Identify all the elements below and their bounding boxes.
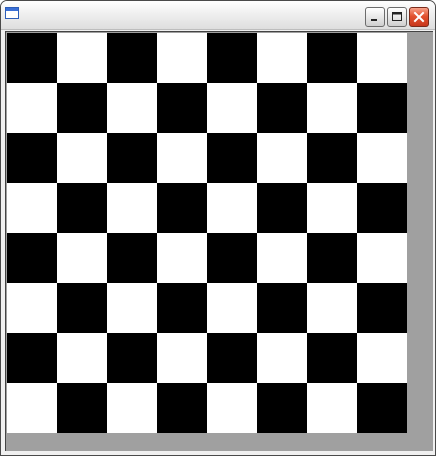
board-square[interactable] (7, 33, 57, 83)
board-square[interactable] (257, 383, 307, 433)
app-window (0, 0, 436, 456)
board-square[interactable] (7, 333, 57, 383)
maximize-button[interactable] (387, 7, 407, 27)
board-square[interactable] (207, 33, 257, 83)
board-square[interactable] (307, 183, 357, 233)
board-square[interactable] (357, 183, 407, 233)
board-square[interactable] (107, 83, 157, 133)
board-square[interactable] (107, 333, 157, 383)
board-square[interactable] (207, 283, 257, 333)
board-square[interactable] (7, 83, 57, 133)
board-square[interactable] (207, 183, 257, 233)
board-square[interactable] (57, 333, 107, 383)
board-square[interactable] (57, 233, 107, 283)
board-square[interactable] (7, 233, 57, 283)
board-square[interactable] (107, 233, 157, 283)
board-square[interactable] (207, 83, 257, 133)
board-square[interactable] (157, 133, 207, 183)
window-icon[interactable] (5, 7, 19, 19)
board-square[interactable] (107, 283, 157, 333)
board-square[interactable] (257, 233, 307, 283)
maximize-icon (392, 12, 402, 21)
board-square[interactable] (307, 33, 357, 83)
board-square[interactable] (257, 133, 307, 183)
board-square[interactable] (107, 383, 157, 433)
board-square[interactable] (107, 133, 157, 183)
board-square[interactable] (57, 33, 107, 83)
board-square[interactable] (257, 333, 307, 383)
board-square[interactable] (157, 183, 207, 233)
board-square[interactable] (357, 83, 407, 133)
checkerboard[interactable] (7, 33, 407, 433)
board-square[interactable] (157, 383, 207, 433)
board-square[interactable] (307, 83, 357, 133)
title-bar[interactable] (1, 1, 435, 30)
board-square[interactable] (357, 333, 407, 383)
close-button[interactable] (409, 7, 429, 27)
board-square[interactable] (157, 83, 207, 133)
board-square[interactable] (357, 133, 407, 183)
client-area (5, 31, 433, 451)
board-square[interactable] (307, 383, 357, 433)
board-square[interactable] (7, 133, 57, 183)
board-square[interactable] (357, 233, 407, 283)
board-square[interactable] (157, 33, 207, 83)
minimize-button[interactable] (365, 7, 385, 27)
board-square[interactable] (257, 183, 307, 233)
close-icon (413, 11, 425, 23)
board-square[interactable] (7, 383, 57, 433)
board-square[interactable] (307, 283, 357, 333)
board-square[interactable] (307, 133, 357, 183)
board-square[interactable] (57, 383, 107, 433)
board-square[interactable] (207, 383, 257, 433)
board-square[interactable] (357, 383, 407, 433)
board-square[interactable] (57, 283, 107, 333)
board-square[interactable] (207, 233, 257, 283)
board-square[interactable] (257, 283, 307, 333)
board-square[interactable] (107, 183, 157, 233)
board-square[interactable] (357, 33, 407, 83)
board-square[interactable] (57, 133, 107, 183)
board-square[interactable] (207, 333, 257, 383)
board-square[interactable] (7, 183, 57, 233)
board-square[interactable] (57, 83, 107, 133)
board-square[interactable] (57, 183, 107, 233)
board-square[interactable] (307, 333, 357, 383)
board-square[interactable] (357, 283, 407, 333)
board-square[interactable] (207, 133, 257, 183)
board-square[interactable] (257, 83, 307, 133)
board-square[interactable] (107, 33, 157, 83)
board-square[interactable] (157, 233, 207, 283)
board-square[interactable] (307, 233, 357, 283)
board-square[interactable] (157, 283, 207, 333)
minimize-icon (371, 19, 377, 21)
board-square[interactable] (7, 283, 57, 333)
board-square[interactable] (257, 33, 307, 83)
board-square[interactable] (157, 333, 207, 383)
